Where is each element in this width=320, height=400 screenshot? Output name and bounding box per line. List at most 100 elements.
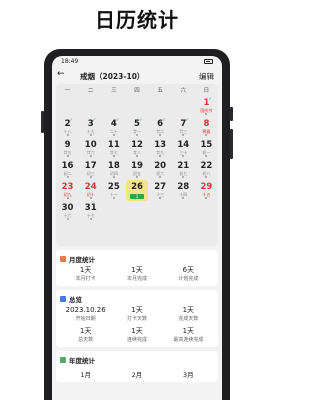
stat-label: 最高连续完成 <box>173 337 204 343</box>
stat-item: 1天 本月完成 <box>111 265 162 283</box>
day-dot <box>159 176 162 178</box>
stat-label: 完成天数 <box>178 316 199 322</box>
day-dot <box>112 134 115 136</box>
month-label: 2月 <box>131 371 143 379</box>
calendar-day[interactable]: 11 廿七 <box>102 138 125 159</box>
day-dot <box>66 176 69 178</box>
calendar-day[interactable]: 5 廿一 ✓ <box>125 117 148 138</box>
stat-item: 6天 计划完成 <box>163 265 214 283</box>
day-number: 28 <box>177 182 190 192</box>
calendar-day[interactable]: 28 十四 <box>172 180 195 201</box>
check-icon: ✓ <box>115 118 120 123</box>
day-number: 23 <box>61 182 74 192</box>
day-dot <box>205 155 208 157</box>
calendar-day[interactable]: 26 1 <box>126 180 148 201</box>
calendar-day[interactable]: 1 国庆节 ✓ <box>195 96 218 117</box>
calendar-day[interactable]: 8 寒露 <box>195 117 218 138</box>
calendar-day[interactable]: 21 初七 <box>172 159 195 180</box>
day-dot <box>89 134 92 136</box>
calendar-day[interactable]: 19 初五 <box>125 159 148 180</box>
day-dot <box>205 176 208 178</box>
day-number: 3 <box>87 119 94 129</box>
day-dot <box>159 134 162 136</box>
day-number: 27 <box>154 182 167 192</box>
weekday-label: 四 <box>134 88 140 94</box>
calendar-day[interactable]: 25 十一 <box>102 180 125 201</box>
page-title: 戒烟（2023-10） <box>80 72 145 81</box>
top-bar: ← 戒烟（2023-10） 编辑 <box>52 67 222 84</box>
day-dot <box>89 197 92 199</box>
calendar-day[interactable]: 10 廿六 <box>79 138 102 159</box>
calendar-day <box>102 96 125 117</box>
weekday-label: 日 <box>203 88 210 94</box>
weekday-header: 一二三四五六日 <box>56 86 218 96</box>
day-number: 5 <box>134 119 140 129</box>
calendar-day[interactable]: 6 廿二 ✓ <box>149 117 172 138</box>
weekday-label: 二 <box>87 88 94 94</box>
calendar-day[interactable]: 27 十三 <box>149 180 172 201</box>
day-dot <box>159 155 162 157</box>
calendar-day[interactable]: 12 廿八 <box>125 138 148 159</box>
day-number: 25 <box>107 182 120 192</box>
day-dot <box>135 134 138 136</box>
stat-item: 2023.10.26 开始日期 <box>60 305 111 323</box>
calendar: 一 二 三 四 五 六 日 1 国庆节 ✓ 2 十八 ✓ 3 十九 ✓ 4 二十 ✓ 5 廿一 ✓ 6 廿二 ✓ 7 廿三 ✓ 8 寒露… <box>56 84 218 246</box>
calendar-day[interactable]: 18 初四 <box>102 159 125 180</box>
status-bar: 18:49 <box>52 56 222 67</box>
calendar-day[interactable]: 30 十六 <box>56 201 79 222</box>
stat-label: 本月完成 <box>126 276 147 282</box>
calendar-day <box>125 96 148 117</box>
calendar-day[interactable]: 24 初十 <box>79 180 102 201</box>
calendar-icon <box>60 256 66 262</box>
day-dot <box>112 155 115 157</box>
calendar-grid: 1 国庆节 ✓ 2 十八 ✓ 3 十九 ✓ 4 二十 ✓ 5 廿一 ✓ 6 廿二 ✓ 7 廿三 ✓ 8 寒露 9 廿五 10 廿六 1… <box>56 96 218 222</box>
day-dot <box>89 155 92 157</box>
calendar-day[interactable]: 17 初三 <box>79 159 102 180</box>
stat-label: 打卡天数 <box>126 316 147 322</box>
day-dot <box>89 218 92 220</box>
calendar-day[interactable]: 22 初八 <box>195 159 218 180</box>
monthly-stats-title: 月度统计 <box>69 256 95 264</box>
calendar-day[interactable]: 2 十八 ✓ <box>56 117 79 138</box>
stat-item: 1天 完成天数 <box>163 305 214 323</box>
calendar-day[interactable]: 3 十九 ✓ <box>79 117 102 138</box>
day-number: 17 <box>84 161 97 171</box>
phone-side-button <box>230 107 233 121</box>
day-dot <box>182 155 185 157</box>
calendar-day[interactable]: 4 二十 ✓ <box>102 117 125 138</box>
calendar-day[interactable]: 9 廿五 <box>56 138 79 159</box>
page-headline: 日历统计 <box>95 8 179 32</box>
calendar-day[interactable]: 7 廿三 ✓ <box>172 117 195 138</box>
phone-screen: 18:49 ← 戒烟（2023-10） 编辑 一 二 三 四 五 六 日 1 国庆节 ✓ 2 十八 ✓… <box>52 56 222 400</box>
day-number: 14 <box>177 140 190 150</box>
day-number: 8 <box>203 119 210 129</box>
calendar-day[interactable]: 31 十七 <box>79 201 102 222</box>
day-number: 1 <box>203 98 210 108</box>
stat-value: 1天 <box>79 266 92 274</box>
yearly-stats-title: 年度统计 <box>69 357 95 365</box>
day-number: 13 <box>154 140 167 150</box>
weekday-label: 六 <box>180 88 187 94</box>
day-dot <box>205 197 208 199</box>
calendar-day[interactable]: 15 初一 <box>195 138 218 159</box>
weekday-label: 一 <box>64 88 71 94</box>
phone-side-button <box>41 111 44 133</box>
yearly-stats-card: 年度统计 1月 2月 3月 <box>56 351 218 382</box>
stat-label: 连续完成 <box>126 337 147 343</box>
day-number: 22 <box>200 161 213 171</box>
check-icon: ✓ <box>208 97 213 102</box>
calendar-day[interactable]: 13 廿九 <box>149 138 172 159</box>
edit-button[interactable]: 编辑 <box>199 71 214 82</box>
back-arrow-icon[interactable]: ← <box>57 69 65 79</box>
calendar-day <box>79 96 102 117</box>
calendar-day[interactable]: 20 初六 <box>149 159 172 180</box>
calendar-day[interactable]: 16 初二 <box>56 159 79 180</box>
calendar-day[interactable]: 29 十五 <box>195 180 218 201</box>
calendar-day[interactable]: 23 初九 <box>56 180 79 201</box>
day-dot <box>182 134 185 136</box>
day-number: 12 <box>131 140 143 150</box>
calendar-day[interactable]: 14 三十 <box>172 138 195 159</box>
check-icon: ✓ <box>185 118 189 123</box>
day-number: 9 <box>64 140 71 150</box>
stat-value: 2023.10.26 <box>65 306 106 314</box>
